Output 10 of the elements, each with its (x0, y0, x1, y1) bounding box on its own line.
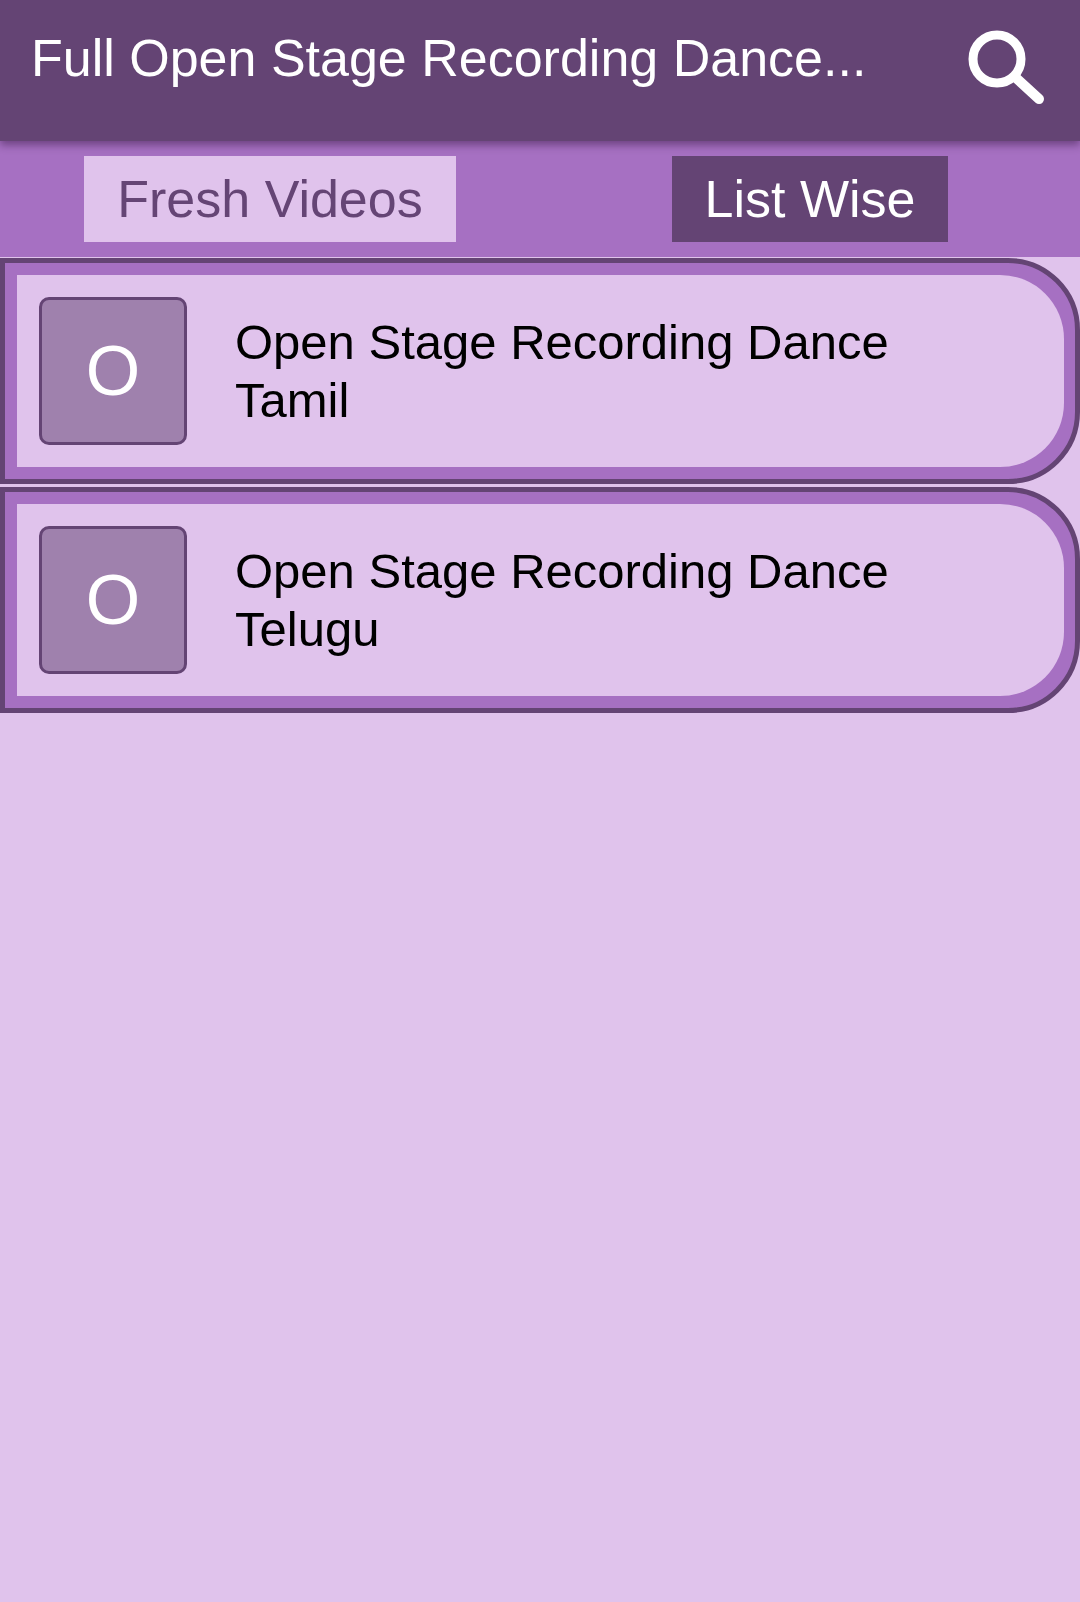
search-icon[interactable] (968, 30, 1045, 105)
letter-tile: O (39, 297, 187, 445)
video-list-item[interactable]: O Open Stage Recording Dance Telugu (0, 487, 1080, 713)
video-title: Open Stage Recording Dance Telugu (235, 543, 890, 658)
letter-tile: O (39, 526, 187, 674)
video-title: Open Stage Recording Dance Tamil (235, 314, 890, 429)
tab[interactable]: List Wise (671, 156, 949, 242)
tab[interactable]: Fresh Videos (84, 156, 456, 242)
video-list-item[interactable]: O Open Stage Recording Dance Tamil (0, 258, 1080, 484)
app-title: Full Open Stage Recording Dance... (31, 28, 867, 88)
